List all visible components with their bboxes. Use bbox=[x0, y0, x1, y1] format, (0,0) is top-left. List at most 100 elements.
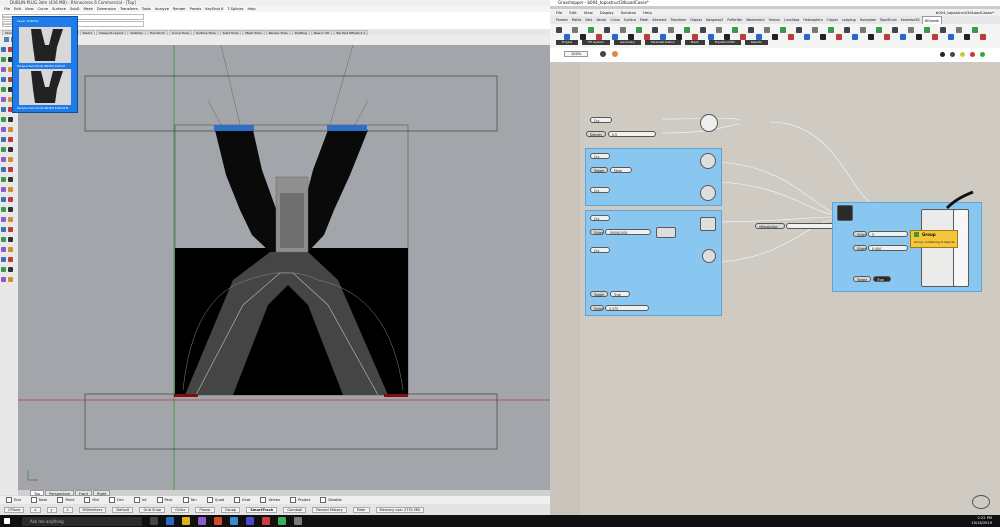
osnap-quad[interactable]: Quad bbox=[206, 497, 224, 503]
component-icon[interactable] bbox=[876, 27, 882, 33]
tool-icon[interactable] bbox=[1, 137, 6, 142]
display-mode-icon[interactable] bbox=[940, 52, 945, 57]
task-view-icon[interactable] bbox=[150, 517, 158, 525]
app-icon[interactable] bbox=[246, 517, 254, 525]
component-icon[interactable] bbox=[556, 27, 562, 33]
component-icon[interactable] bbox=[700, 27, 706, 33]
status-millimeters[interactable]: Millimeters bbox=[78, 506, 107, 513]
gh-menu-solution[interactable]: Solution bbox=[621, 9, 636, 16]
component-icon[interactable] bbox=[636, 27, 642, 33]
gh-tab-maths[interactable]: Maths bbox=[570, 16, 584, 24]
component-icon[interactable] bbox=[828, 27, 834, 33]
status-osnap[interactable]: Osnap bbox=[220, 506, 241, 513]
solver-group[interactable]: Slider 5 Slider 0.400 Toggle True bbox=[832, 202, 982, 292]
app-icon[interactable] bbox=[278, 517, 286, 525]
view-thumbnail[interactable] bbox=[19, 27, 71, 63]
checkbox-icon[interactable] bbox=[133, 497, 140, 503]
gh-tab-human[interactable]: Human bbox=[767, 16, 783, 24]
osnap-cen[interactable]: Cen bbox=[108, 497, 124, 503]
gh-menu-view[interactable]: View bbox=[584, 9, 593, 16]
gh-tab-display[interactable]: Display bbox=[688, 16, 704, 24]
gh-tab-intersect[interactable]: Intersect bbox=[650, 16, 668, 24]
tool-icon[interactable] bbox=[8, 167, 13, 172]
start-icon[interactable] bbox=[4, 518, 10, 524]
gh-menu-file[interactable]: File bbox=[556, 9, 562, 16]
tool-icon[interactable] bbox=[1, 197, 6, 202]
preview-icon[interactable] bbox=[612, 51, 618, 57]
display-mode-icon[interactable] bbox=[970, 52, 975, 57]
named-views-popup[interactable]: Layer Visibility Perspective PLUG-INDEX-… bbox=[12, 16, 78, 113]
curve-param[interactable]: Crv bbox=[590, 153, 610, 159]
curve-param[interactable]: Crv bbox=[590, 117, 612, 123]
tool-icon[interactable] bbox=[1, 167, 6, 172]
osnap-end[interactable]: End bbox=[6, 497, 21, 503]
slider[interactable]: 0.375 bbox=[605, 305, 649, 311]
tool-icon[interactable] bbox=[1, 177, 6, 182]
tool-icon[interactable] bbox=[1, 277, 6, 282]
component-icon[interactable] bbox=[748, 27, 754, 33]
display-mode-icon[interactable] bbox=[960, 52, 965, 57]
toolbar-icons[interactable] bbox=[0, 35, 550, 45]
density-slider[interactable]: 0.5 bbox=[608, 131, 656, 137]
osnap-perp[interactable]: Perp bbox=[156, 497, 173, 503]
tool-icon[interactable] bbox=[8, 257, 13, 262]
component-icon[interactable] bbox=[796, 27, 802, 33]
support-component[interactable] bbox=[700, 217, 716, 231]
tool-icon[interactable] bbox=[1, 127, 6, 132]
osnap-point[interactable]: Point bbox=[57, 497, 74, 503]
tool-icon[interactable] bbox=[1, 87, 6, 92]
gh-tab-curve[interactable]: Curve bbox=[608, 16, 621, 24]
checkbox-icon[interactable] bbox=[182, 497, 189, 503]
component-icon[interactable] bbox=[620, 27, 626, 33]
tool-icon[interactable] bbox=[8, 217, 13, 222]
support-component[interactable] bbox=[702, 249, 716, 263]
gh-tab-kangaroo2[interactable]: Kangaroo2 bbox=[704, 16, 725, 24]
gh-menu-display[interactable]: Display bbox=[600, 9, 614, 16]
gh-tab-karamba3d[interactable]: Karamba3D bbox=[899, 16, 922, 24]
gh-tab-params[interactable]: Params bbox=[554, 16, 570, 24]
tool-icon[interactable] bbox=[8, 137, 13, 142]
app-icon[interactable] bbox=[262, 517, 270, 525]
checkbox-icon[interactable] bbox=[30, 497, 37, 503]
checkbox-icon[interactable] bbox=[234, 497, 241, 503]
checkbox-icon[interactable] bbox=[290, 497, 297, 503]
zoom-level[interactable]: 100% bbox=[564, 51, 589, 57]
view-thumbnail[interactable] bbox=[19, 69, 71, 105]
gh-tab-millipede[interactable]: Millipede bbox=[921, 16, 942, 24]
gh-tab-surface[interactable]: Surface bbox=[622, 16, 638, 24]
status-smarttrack[interactable]: SmartTrack bbox=[246, 506, 278, 513]
component-icon[interactable] bbox=[940, 27, 946, 33]
checkbox-icon[interactable] bbox=[156, 497, 163, 503]
gh-canvas[interactable]: Crv Density 0.5 Crv Toggle False Crv Crv… bbox=[580, 62, 1000, 515]
file-explorer-icon[interactable] bbox=[182, 517, 190, 525]
slider[interactable]: 0.400 bbox=[868, 245, 908, 251]
tool-icon[interactable] bbox=[1, 107, 6, 112]
osnap-disable[interactable]: Disable bbox=[320, 497, 342, 503]
status-record-history[interactable]: Record History bbox=[312, 506, 347, 513]
component-icon[interactable] bbox=[604, 27, 610, 33]
gh-tab-ladybug[interactable]: Ladybug bbox=[840, 16, 858, 24]
tool-icon[interactable] bbox=[1, 47, 6, 52]
curve-param[interactable]: Crv bbox=[590, 247, 610, 253]
slider[interactable]: 5 bbox=[868, 231, 908, 237]
checkbox-icon[interactable] bbox=[260, 497, 267, 503]
gh-menu-edit[interactable]: Edit bbox=[569, 9, 576, 16]
canvas-navigator-icon[interactable] bbox=[972, 495, 990, 509]
app-icon[interactable] bbox=[198, 517, 206, 525]
curve-param[interactable]: Crv bbox=[590, 187, 610, 193]
component-icon[interactable] bbox=[844, 27, 850, 33]
topostruct-solver-component[interactable] bbox=[837, 205, 853, 221]
taskbar-search-box[interactable]: Ask me anything bbox=[22, 516, 142, 526]
status-ortho[interactable]: Ortho bbox=[171, 506, 190, 513]
gh-tab-topostruct[interactable]: TopoStruct bbox=[878, 16, 899, 24]
component-icon[interactable] bbox=[588, 27, 594, 33]
tool-icon[interactable] bbox=[8, 147, 13, 152]
osnap-tan[interactable]: Tan bbox=[182, 497, 197, 503]
gh-tab-transform[interactable]: Transform bbox=[669, 16, 689, 24]
support-group[interactable]: Crv Slider -50000.000 Crv Toggle True Sl… bbox=[585, 210, 722, 316]
status-gumball[interactable]: Gumball bbox=[283, 506, 307, 513]
tool-icon[interactable] bbox=[1, 77, 6, 82]
tool-icon[interactable] bbox=[8, 197, 13, 202]
status-z[interactable]: z bbox=[62, 506, 73, 513]
boolean-toggle[interactable]: True bbox=[873, 276, 891, 282]
